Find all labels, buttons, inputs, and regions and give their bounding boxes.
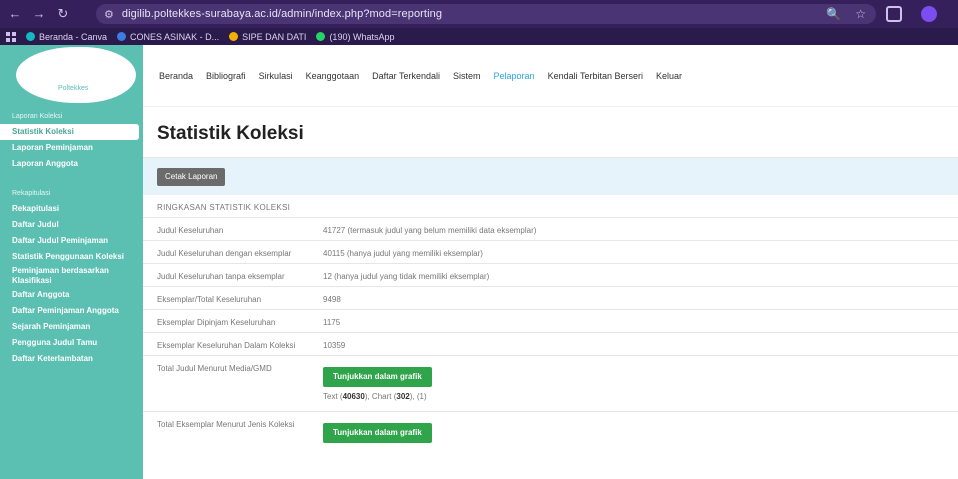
print-report-button[interactable]: Cetak Laporan bbox=[157, 168, 226, 186]
sidebar-item-daftar-anggota[interactable]: Daftar Anggota bbox=[0, 287, 143, 303]
nav-kendali-terbitan-berseri[interactable]: Kendali Terbitan Berseri bbox=[548, 71, 643, 81]
sidebar-item-pengguna-judul-tamu[interactable]: Pengguna Judul Tamu bbox=[0, 335, 143, 351]
gmd-summary: Text (40630), Chart (302), (1) bbox=[323, 392, 427, 401]
sidebar-item-daftar-peminjaman-anggota[interactable]: Daftar Peminjaman Anggota bbox=[0, 303, 143, 319]
extensions-icon[interactable] bbox=[886, 6, 902, 22]
sidebar-item-statistik-koleksi[interactable]: Statistik Koleksi bbox=[0, 124, 139, 140]
nav-daftar-terkendali[interactable]: Daftar Terkendali bbox=[372, 71, 440, 81]
row-label: Judul Keseluruhan tanpa eksemplar bbox=[157, 272, 285, 281]
table-row: Judul Keseluruhan dengan eksemplar 40115… bbox=[143, 240, 958, 264]
logo-area: Poltekkes bbox=[0, 45, 143, 107]
address-bar[interactable]: ⚙ digilib.poltekkes-surabaya.ac.id/admin… bbox=[96, 4, 876, 24]
whatsapp-icon bbox=[316, 32, 326, 41]
table-row: Total Judul Menurut Media/GMD Tunjukkan … bbox=[143, 355, 958, 412]
row-value: 40115 (hanya judul yang memiliki eksempl… bbox=[323, 249, 483, 258]
sidebar: Poltekkes Laporan Koleksi Statistik Kole… bbox=[0, 45, 143, 479]
show-graph-gmd-button[interactable]: Tunjukkan dalam grafik bbox=[323, 367, 432, 387]
row-value: 9498 bbox=[323, 295, 341, 304]
nav-sistem[interactable]: Sistem bbox=[453, 71, 481, 81]
row-value: 12 (hanya judul yang tidak memiliki ekse… bbox=[323, 272, 490, 281]
table-row: Eksemplar/Total Keseluruhan 9498 bbox=[143, 286, 958, 310]
row-value: Tunjukkan dalam grafik Text (40630), Cha… bbox=[323, 356, 958, 412]
stats-table: Judul Keseluruhan 41727 (termasuk judul … bbox=[143, 217, 958, 468]
main-content: Statistik Koleksi Cetak Laporan RINGKASA… bbox=[143, 107, 958, 479]
sidebar-item-daftar-keterlambatan[interactable]: Daftar Keterlambatan bbox=[0, 351, 143, 367]
sidebar-item-daftar-judul-peminjaman[interactable]: Daftar Judul Peminjaman bbox=[0, 233, 143, 249]
sidebar-item-rekapitulasi[interactable]: Rekapitulasi bbox=[0, 201, 143, 217]
top-nav: Beranda Bibliografi Sirkulasi Keanggotaa… bbox=[143, 45, 958, 107]
nav-keanggotaan[interactable]: Keanggotaan bbox=[306, 71, 360, 81]
nav-bibliografi[interactable]: Bibliografi bbox=[206, 71, 246, 81]
site-icon bbox=[229, 32, 239, 41]
sidebar-section-title: Rekapitulasi bbox=[12, 190, 51, 197]
bookmark-cones[interactable]: CONES ASINAK - D... bbox=[117, 32, 219, 42]
sidebar-item-peminjaman-klasifikasi[interactable]: Peminjaman berdasarkan Klasifikasi bbox=[0, 265, 143, 287]
nav-pelaporan[interactable]: Pelaporan bbox=[494, 71, 535, 81]
logo[interactable] bbox=[16, 47, 136, 103]
nav-sirkulasi[interactable]: Sirkulasi bbox=[259, 71, 293, 81]
star-icon[interactable]: ☆ bbox=[855, 7, 866, 21]
logo-text: Poltekkes bbox=[58, 85, 89, 92]
row-value: 1175 bbox=[323, 318, 341, 327]
back-icon[interactable]: ← bbox=[6, 5, 24, 23]
canva-icon bbox=[26, 32, 35, 41]
forward-icon[interactable]: → bbox=[30, 5, 48, 23]
sidebar-section-title: Laporan Koleksi bbox=[12, 113, 63, 120]
browser-toolbar: ← → ↻ ⚙ digilib.poltekkes-surabaya.ac.id… bbox=[0, 0, 958, 28]
sidebar-item-statistik-penggunaan[interactable]: Statistik Penggunaan Koleksi bbox=[0, 249, 143, 265]
row-label: Eksemplar Dipinjam Keseluruhan bbox=[157, 318, 276, 327]
table-row: Eksemplar Dipinjam Keseluruhan 1175 bbox=[143, 309, 958, 333]
bookmark-canva[interactable]: Beranda - Canva bbox=[26, 32, 107, 42]
row-label: Judul Keseluruhan bbox=[157, 226, 224, 235]
row-label: Total Eksemplar Menurut Jenis Koleksi bbox=[157, 420, 295, 429]
reload-icon[interactable]: ↻ bbox=[54, 5, 72, 23]
table-row: Total Eksemplar Menurut Jenis Koleksi Tu… bbox=[143, 411, 958, 468]
url-text: digilib.poltekkes-surabaya.ac.id/admin/i… bbox=[121, 8, 443, 20]
sidebar-item-laporan-peminjaman[interactable]: Laporan Peminjaman bbox=[0, 140, 143, 156]
row-label: Total Judul Menurut Media/GMD bbox=[157, 364, 272, 373]
row-value: Tunjukkan dalam grafik bbox=[323, 412, 958, 468]
row-label: Judul Keseluruhan dengan eksemplar bbox=[157, 249, 292, 258]
bookmark-sipe[interactable]: SIPE DAN DATI bbox=[229, 32, 306, 42]
bookmark-whatsapp[interactable]: (190) WhatsApp bbox=[316, 32, 394, 42]
site-settings-icon[interactable]: ⚙ bbox=[104, 8, 114, 21]
page-title: Statistik Koleksi bbox=[157, 123, 304, 144]
row-value: 41727 (termasuk judul yang belum memilik… bbox=[323, 226, 537, 235]
sidebar-item-daftar-judul[interactable]: Daftar Judul bbox=[0, 217, 143, 233]
table-row: Judul Keseluruhan tanpa eksemplar 12 (ha… bbox=[143, 263, 958, 287]
report-toolbar: Cetak Laporan bbox=[143, 158, 958, 195]
bookmarks-bar: Beranda - Canva CONES ASINAK - D... SIPE… bbox=[0, 28, 958, 45]
section-heading: RINGKASAN STATISTIK KOLEKSI bbox=[157, 203, 291, 212]
table-row: Eksemplar Keseluruhan Dalam Koleksi 1035… bbox=[143, 332, 958, 356]
site-icon bbox=[117, 32, 127, 41]
apps-grid-icon[interactable] bbox=[6, 31, 16, 42]
nav-beranda[interactable]: Beranda bbox=[159, 71, 193, 81]
table-row: Judul Keseluruhan 41727 (termasuk judul … bbox=[143, 217, 958, 241]
row-label: Eksemplar Keseluruhan Dalam Koleksi bbox=[157, 341, 296, 350]
row-value: 10359 bbox=[323, 341, 346, 350]
row-label: Eksemplar/Total Keseluruhan bbox=[157, 295, 262, 304]
sidebar-item-sejarah-peminjaman[interactable]: Sejarah Peminjaman bbox=[0, 319, 143, 335]
show-graph-collection-type-button[interactable]: Tunjukkan dalam grafik bbox=[323, 423, 432, 443]
search-icon[interactable]: 🔍 bbox=[826, 7, 841, 21]
nav-keluar[interactable]: Keluar bbox=[656, 71, 682, 81]
sidebar-item-laporan-anggota[interactable]: Laporan Anggota bbox=[0, 156, 143, 172]
profile-avatar[interactable] bbox=[921, 6, 937, 22]
